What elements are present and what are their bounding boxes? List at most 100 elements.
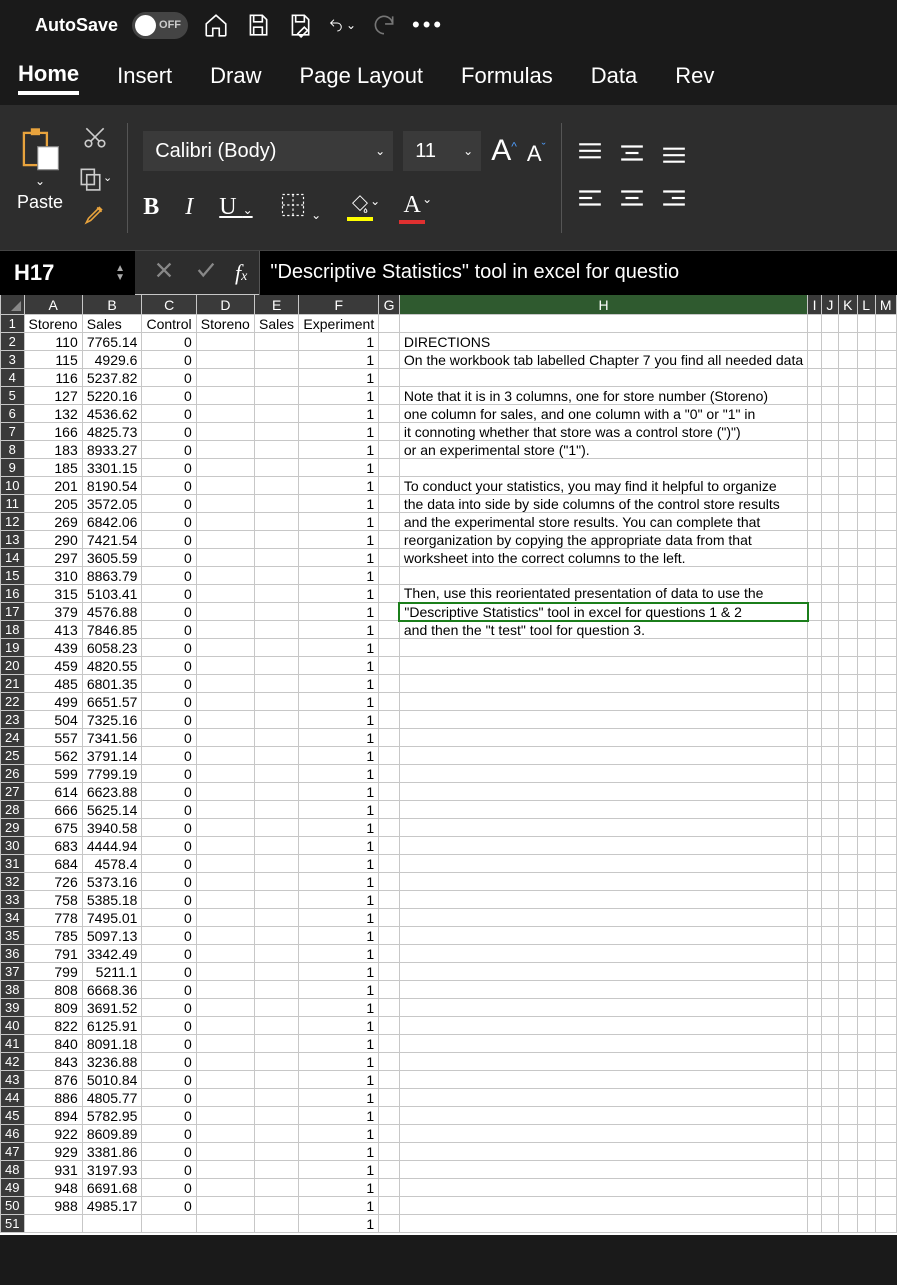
- cell[interactable]: [821, 747, 838, 765]
- cell[interactable]: [838, 441, 857, 459]
- cell[interactable]: [857, 999, 875, 1017]
- cell[interactable]: 894: [24, 1107, 82, 1125]
- cell[interactable]: 0: [142, 1107, 196, 1125]
- tab-data[interactable]: Data: [591, 63, 637, 93]
- cell[interactable]: [379, 1035, 400, 1053]
- row-header[interactable]: 13: [1, 531, 25, 549]
- cell[interactable]: [808, 1125, 822, 1143]
- cell[interactable]: [838, 819, 857, 837]
- cell[interactable]: [379, 1197, 400, 1215]
- cell[interactable]: [254, 477, 298, 495]
- cell[interactable]: [196, 369, 254, 387]
- cell[interactable]: 0: [142, 567, 196, 585]
- cell[interactable]: [196, 1089, 254, 1107]
- tab-draw[interactable]: Draw: [210, 63, 261, 93]
- cell[interactable]: Note that it is in 3 columns, one for st…: [399, 387, 807, 405]
- cell[interactable]: [808, 639, 822, 657]
- cell[interactable]: [838, 459, 857, 477]
- cell[interactable]: 1: [299, 531, 379, 549]
- cell[interactable]: [379, 1125, 400, 1143]
- formula-bar[interactable]: "Descriptive Statistics" tool in excel f…: [259, 251, 897, 295]
- cell[interactable]: 791: [24, 945, 82, 963]
- cell[interactable]: 809: [24, 999, 82, 1017]
- cell[interactable]: 4825.73: [82, 423, 142, 441]
- cell[interactable]: [379, 1161, 400, 1179]
- cell[interactable]: [821, 981, 838, 999]
- cell[interactable]: reorganization by copying the appropriat…: [399, 531, 807, 549]
- cell[interactable]: 1: [299, 405, 379, 423]
- cell[interactable]: [875, 729, 897, 747]
- copy-icon[interactable]: ⌄: [77, 165, 112, 191]
- cell[interactable]: [254, 621, 298, 639]
- col-header-F[interactable]: F: [299, 295, 379, 315]
- cell[interactable]: 3197.93: [82, 1161, 142, 1179]
- align-center-icon[interactable]: [619, 187, 645, 214]
- cell[interactable]: [821, 873, 838, 891]
- cell[interactable]: [254, 1143, 298, 1161]
- cell[interactable]: [821, 963, 838, 981]
- cell[interactable]: 822: [24, 1017, 82, 1035]
- save-as-icon[interactable]: [286, 11, 314, 39]
- cell[interactable]: On the workbook tab labelled Chapter 7 y…: [399, 351, 807, 369]
- cell[interactable]: [875, 459, 897, 477]
- select-all-corner[interactable]: [1, 295, 25, 315]
- cell[interactable]: 7341.56: [82, 729, 142, 747]
- cell[interactable]: [838, 369, 857, 387]
- cell[interactable]: [399, 945, 807, 963]
- cell[interactable]: [808, 819, 822, 837]
- cell[interactable]: 3342.49: [82, 945, 142, 963]
- home-icon[interactable]: [202, 11, 230, 39]
- cell[interactable]: [808, 855, 822, 873]
- cell[interactable]: 4820.55: [82, 657, 142, 675]
- cell[interactable]: 808: [24, 981, 82, 999]
- col-header-C[interactable]: C: [142, 295, 196, 315]
- cell[interactable]: 0: [142, 981, 196, 999]
- cell[interactable]: [399, 1179, 807, 1197]
- cell[interactable]: [875, 657, 897, 675]
- cell[interactable]: 5373.16: [82, 873, 142, 891]
- row-header[interactable]: 4: [1, 369, 25, 387]
- cell[interactable]: [875, 927, 897, 945]
- cell[interactable]: [379, 333, 400, 351]
- cell[interactable]: [808, 801, 822, 819]
- cell[interactable]: 1: [299, 1197, 379, 1215]
- cell[interactable]: [254, 819, 298, 837]
- cell[interactable]: [399, 891, 807, 909]
- cell[interactable]: [254, 765, 298, 783]
- cell[interactable]: [857, 621, 875, 639]
- cell[interactable]: 110: [24, 333, 82, 351]
- cell[interactable]: 1: [299, 675, 379, 693]
- cell[interactable]: [821, 495, 838, 513]
- cell[interactable]: 799: [24, 963, 82, 981]
- cell[interactable]: [379, 531, 400, 549]
- cell[interactable]: [857, 1107, 875, 1125]
- cell[interactable]: [196, 657, 254, 675]
- cell[interactable]: [254, 1125, 298, 1143]
- cell[interactable]: [196, 927, 254, 945]
- cell[interactable]: [399, 963, 807, 981]
- col-header-D[interactable]: D: [196, 295, 254, 315]
- save-icon[interactable]: [244, 11, 272, 39]
- cell[interactable]: [379, 657, 400, 675]
- row-header[interactable]: 44: [1, 1089, 25, 1107]
- row-header[interactable]: 46: [1, 1125, 25, 1143]
- cell[interactable]: 0: [142, 801, 196, 819]
- cell[interactable]: [196, 423, 254, 441]
- cell[interactable]: 0: [142, 1143, 196, 1161]
- cell[interactable]: 6651.57: [82, 693, 142, 711]
- cell[interactable]: [254, 711, 298, 729]
- cell[interactable]: 1: [299, 1053, 379, 1071]
- cell[interactable]: and the experimental store results. You …: [399, 513, 807, 531]
- cell[interactable]: 459: [24, 657, 82, 675]
- cell[interactable]: 0: [142, 369, 196, 387]
- cell[interactable]: [838, 333, 857, 351]
- cell[interactable]: [857, 585, 875, 603]
- cell[interactable]: [821, 585, 838, 603]
- cell[interactable]: [821, 405, 838, 423]
- cell[interactable]: [379, 891, 400, 909]
- cell[interactable]: [875, 549, 897, 567]
- cell[interactable]: [857, 513, 875, 531]
- cell[interactable]: [857, 315, 875, 333]
- cell[interactable]: [254, 423, 298, 441]
- cell[interactable]: [875, 945, 897, 963]
